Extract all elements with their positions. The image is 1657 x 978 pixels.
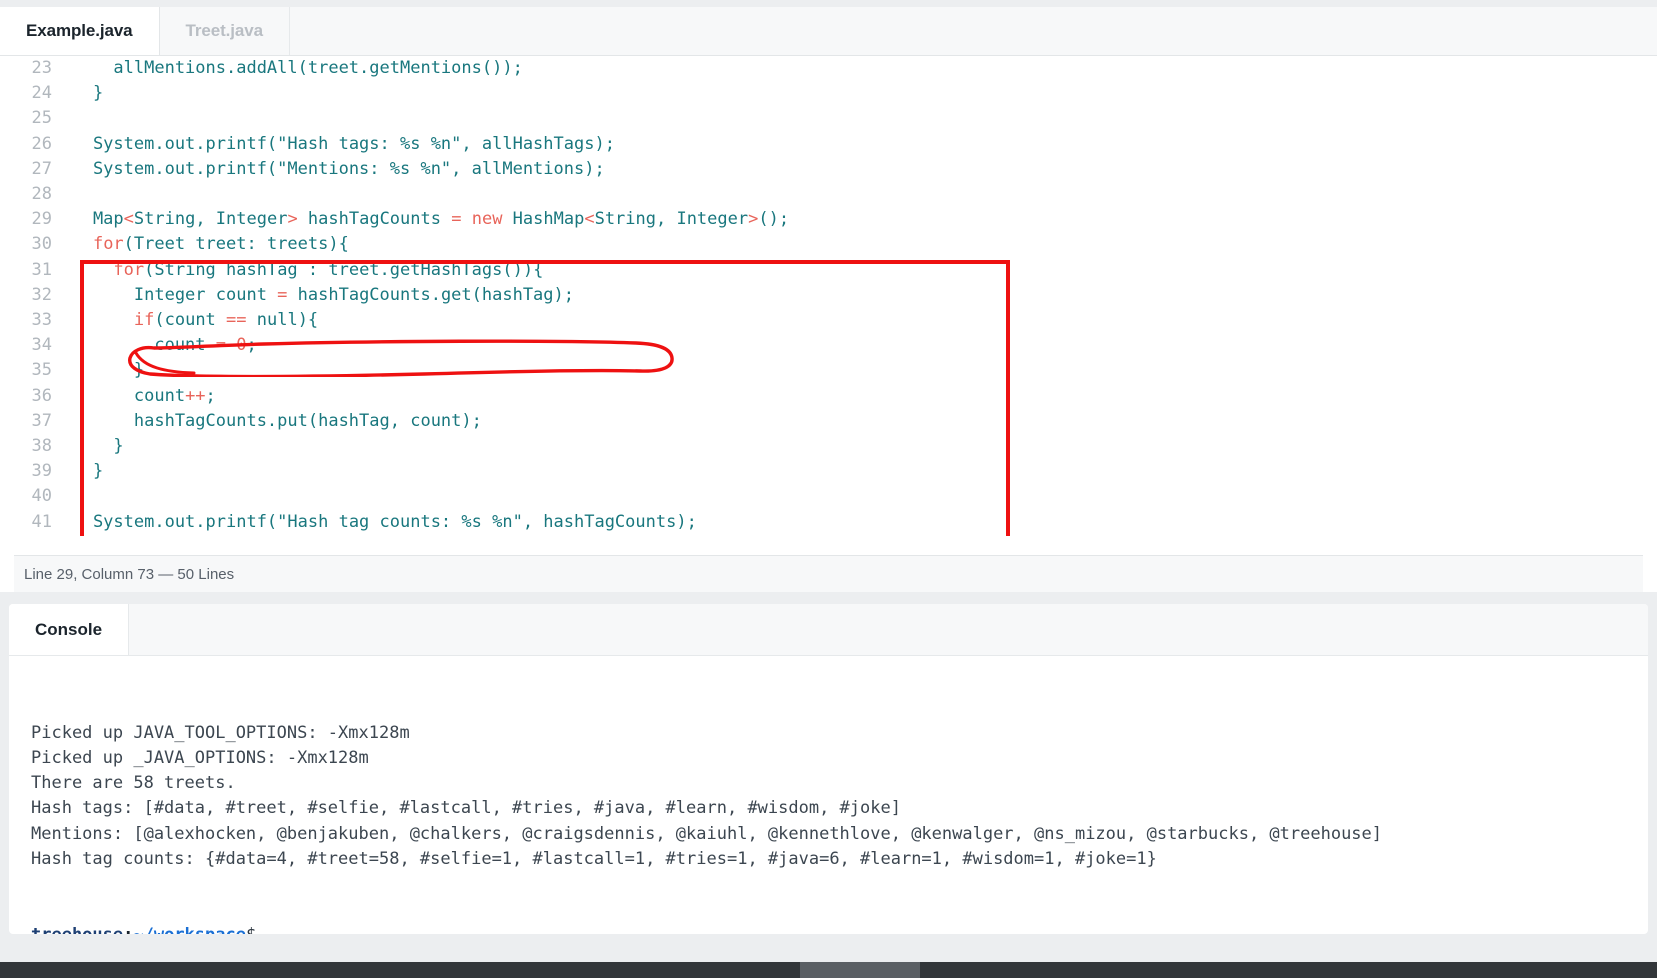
line-content[interactable]: [52, 535, 1657, 536]
editor-pane: Example.java Treet.java 23 allMentions.a…: [0, 0, 1657, 592]
tab-example-java[interactable]: Example.java: [0, 0, 160, 55]
code-line: 42: [0, 535, 1657, 536]
code-line: 30 for(Treet treet: treets){: [0, 232, 1657, 257]
console-line: Hash tag counts: {#data=4, #treet=58, #s…: [31, 849, 1157, 870]
line-number: 31: [31, 259, 52, 280]
console-output[interactable]: Picked up JAVA_TOOL_OPTIONS: -Xmx128m Pic…: [9, 656, 1648, 934]
line-content[interactable]: count = 0;: [52, 333, 1657, 358]
prompt-colon: :: [123, 925, 133, 934]
ide-window: Example.java Treet.java 23 allMentions.a…: [0, 0, 1657, 978]
code-line: 25: [0, 106, 1657, 131]
line-content[interactable]: count++;: [52, 384, 1657, 409]
line-content[interactable]: System.out.printf("Hash tag counts: %s %…: [52, 510, 1657, 535]
line-content[interactable]: [52, 182, 1657, 207]
line-content[interactable]: Map<String, Integer> hashTagCounts = new…: [52, 207, 1657, 232]
line-number: 26: [31, 133, 52, 154]
code-line: 26 System.out.printf("Hash tags: %s %n",…: [0, 132, 1657, 157]
line-number: 27: [31, 158, 52, 179]
line-content[interactable]: System.out.printf("Hash tags: %s %n", al…: [52, 132, 1657, 157]
console-line: Hash tags: [#data, #treet, #selfie, #las…: [31, 798, 901, 819]
code-editor[interactable]: 23 allMentions.addAll(treet.getMentions(…: [0, 56, 1657, 536]
console-line: Picked up JAVA_TOOL_OPTIONS: -Xmx128m: [31, 722, 410, 743]
prompt-path: ~/workspace: [133, 925, 246, 934]
prompt-dollar: $: [246, 925, 256, 934]
prompt-host: treehouse: [31, 925, 123, 934]
console-prompt: treehouse:~/workspace$: [31, 923, 1648, 934]
console-pane: Console Picked up JAVA_TOOL_OPTIONS: -Xm…: [9, 604, 1648, 934]
line-content[interactable]: hashTagCounts.put(hashTag, count);: [52, 409, 1657, 434]
line-content[interactable]: }: [52, 81, 1657, 106]
line-content[interactable]: if(count == null){: [52, 308, 1657, 333]
line-content[interactable]: }: [52, 459, 1657, 484]
line-content[interactable]: allMentions.addAll(treet.getMentions());: [52, 56, 1657, 81]
code-line: 24 }: [0, 81, 1657, 106]
system-taskbar: [0, 962, 1657, 978]
line-number: 37: [31, 410, 52, 431]
line-number: 39: [31, 461, 52, 482]
editor-tabbar: Example.java Treet.java: [0, 0, 1657, 56]
line-content[interactable]: [52, 484, 1657, 509]
line-content[interactable]: [52, 106, 1657, 131]
line-content[interactable]: Integer count = hashTagCounts.get(hashTa…: [52, 283, 1657, 308]
tab-console[interactable]: Console: [9, 604, 130, 655]
status-text: Line 29, Column 73 — 50 Lines: [24, 565, 235, 583]
line-number: 32: [31, 284, 52, 305]
code-line: 33 if(count == null){: [0, 308, 1657, 333]
code-line: 31 for(String hashTag : treet.getHashTag…: [0, 258, 1657, 283]
code-line: 37 hashTagCounts.put(hashTag, count);: [0, 409, 1657, 434]
code-line: 41 System.out.printf("Hash tag counts: %…: [0, 510, 1657, 535]
line-number: 36: [31, 385, 52, 406]
code-line: 38 }: [0, 434, 1657, 459]
line-number: 33: [31, 310, 52, 331]
console-line: There are 58 treets.: [31, 773, 236, 794]
line-number: 24: [31, 83, 52, 104]
taskbar-segment: [800, 962, 920, 978]
code-line: 39 }: [0, 459, 1657, 484]
code-line: 34 count = 0;: [0, 333, 1657, 358]
line-number: 38: [31, 436, 52, 457]
line-number: 28: [31, 184, 52, 205]
tab-label: Example.java: [26, 21, 133, 40]
line-number: 40: [31, 486, 52, 507]
code-line: 28: [0, 182, 1657, 207]
line-content[interactable]: }: [52, 434, 1657, 459]
line-number: 35: [31, 360, 52, 381]
line-number: 29: [31, 209, 52, 230]
console-line: Picked up _JAVA_OPTIONS: -Xmx128m: [31, 747, 369, 768]
editor-statusbar: Line 29, Column 73 — 50 Lines: [14, 555, 1643, 592]
console-tab-label: Console: [35, 619, 103, 639]
code-line: 40: [0, 484, 1657, 509]
tab-label: Treet.java: [185, 21, 264, 40]
console-tabbar: Console: [9, 604, 1648, 656]
line-number: 42: [0, 535, 52, 536]
line-number: 23: [31, 58, 52, 78]
line-number: 34: [31, 335, 52, 356]
code-line: 29 Map<String, Integer> hashTagCounts = …: [0, 207, 1657, 232]
line-number: 30: [31, 234, 52, 255]
line-content[interactable]: System.out.printf("Mentions: %s %n", all…: [52, 157, 1657, 182]
console-line: Mentions: [@alexhocken, @benjakuben, @ch…: [31, 823, 1383, 844]
line-content[interactable]: for(Treet treet: treets){: [52, 232, 1657, 257]
line-content[interactable]: for(String hashTag : treet.getHashTags()…: [52, 258, 1657, 283]
line-content[interactable]: }: [52, 358, 1657, 383]
code-line: 23 allMentions.addAll(treet.getMentions(…: [0, 56, 1657, 81]
code-line: 36 count++;: [0, 384, 1657, 409]
code-line: 32 Integer count = hashTagCounts.get(has…: [0, 283, 1657, 308]
code-line: 35 }: [0, 358, 1657, 383]
line-number: 25: [31, 108, 52, 129]
line-number: 41: [31, 511, 52, 532]
code-line: 27 System.out.printf("Mentions: %s %n", …: [0, 157, 1657, 182]
code-lines: 23 allMentions.addAll(treet.getMentions(…: [0, 56, 1657, 536]
tab-treet-java[interactable]: Treet.java: [159, 0, 290, 55]
